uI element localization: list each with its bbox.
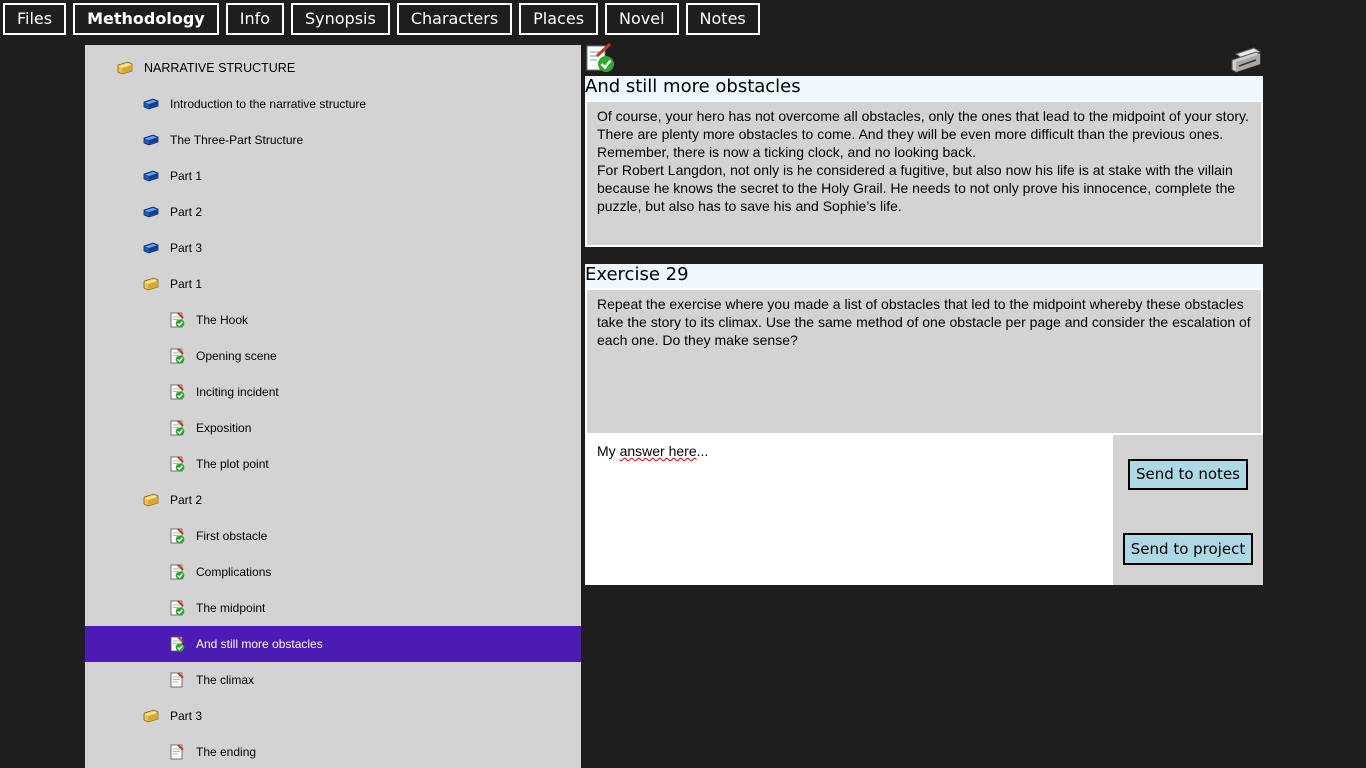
tree-item-label: Exposition [196, 421, 252, 435]
printer-icon[interactable] [1230, 44, 1262, 74]
folder-icon [143, 276, 159, 292]
checked-document-icon [169, 564, 185, 580]
tree-item[interactable]: First obstacle [85, 518, 581, 554]
checked-document-icon [169, 384, 185, 400]
answer-actions-panel: Send to notes Send to project [1113, 435, 1263, 585]
tree-item-label: Part 2 [170, 205, 203, 219]
exercise-title: Exercise 29 [585, 264, 1263, 288]
book-icon [143, 240, 159, 256]
tree-item-label: NARRATIVE STRUCTURE [144, 61, 296, 75]
book-icon [143, 96, 159, 112]
tree-item[interactable]: Complications [85, 554, 581, 590]
exercise-text: Repeat the exercise where you made a lis… [597, 296, 1251, 348]
tree-item[interactable]: Introduction to the narrative structure [85, 86, 581, 122]
tree-item-label: And still more obstacles [196, 637, 323, 651]
tree-item-label: Part 3 [170, 241, 203, 255]
tree-item[interactable]: Part 2 [85, 194, 581, 230]
lesson-paragraph: For Robert Langdon, not only is he consi… [597, 162, 1236, 214]
tree-item-label: Part 1 [170, 277, 203, 291]
tree-item[interactable]: The Three-Part Structure [85, 122, 581, 158]
tree-item[interactable]: Part 1 [85, 266, 581, 302]
tab-files[interactable]: Files [3, 3, 67, 35]
tree-item-label: Complications [196, 565, 272, 579]
tree-item-label: Inciting incident [196, 385, 279, 399]
tree-item[interactable]: Part 3 [85, 698, 581, 734]
checked-document-icon [169, 348, 185, 364]
tree-item[interactable]: Part 3 [85, 230, 581, 266]
tree-item-label: Introduction to the narrative structure [170, 97, 367, 111]
tree-item-label: Part 1 [170, 169, 203, 183]
tree-item[interactable]: Part 2 [85, 482, 581, 518]
tree-item-label: Part 3 [170, 709, 203, 723]
exercise-body: Repeat the exercise where you made a lis… [585, 288, 1263, 435]
checked-document-icon [169, 312, 185, 328]
checked-document-icon [169, 636, 185, 652]
tab-notes[interactable]: Notes [685, 3, 760, 35]
tree-item-label: Part 2 [170, 493, 203, 507]
document-icon [169, 744, 185, 760]
book-icon [143, 132, 159, 148]
tab-places[interactable]: Places [519, 3, 599, 35]
tree-item-label: The Three-Part Structure [170, 133, 304, 147]
checked-document-icon [169, 600, 185, 616]
tree-item[interactable]: Inciting incident [85, 374, 581, 410]
tab-info[interactable]: Info [225, 3, 284, 35]
checked-document-icon [169, 528, 185, 544]
book-icon [143, 204, 159, 220]
folder-icon [143, 708, 159, 724]
tree-item-label: The ending [196, 745, 257, 759]
edit-document-icon[interactable] [585, 43, 615, 73]
tree-item[interactable]: The Hook [85, 302, 581, 338]
folder-icon [117, 60, 133, 76]
answer-text: My answer here... [597, 443, 709, 459]
tree-item-label: The midpoint [196, 601, 266, 615]
tab-methodology[interactable]: Methodology [73, 3, 219, 35]
tree-item-label: The plot point [196, 457, 269, 471]
checked-document-icon [169, 456, 185, 472]
methodology-tree[interactable]: NARRATIVE STRUCTURE Introduction to the n… [85, 45, 581, 768]
tree-item[interactable]: And still more obstacles [85, 626, 581, 662]
tree-item[interactable]: The ending [85, 734, 581, 768]
tree-item[interactable]: Exposition [85, 410, 581, 446]
tab-synopsis[interactable]: Synopsis [291, 3, 390, 35]
tab-novel[interactable]: Novel [605, 3, 679, 35]
tab-characters[interactable]: Characters [396, 3, 513, 35]
lesson-body: Of course, your hero has not overcome al… [585, 100, 1263, 247]
checked-document-icon [169, 420, 185, 436]
folder-icon [143, 492, 159, 508]
book-icon [143, 168, 159, 184]
tree-item[interactable]: Opening scene [85, 338, 581, 374]
document-icon [169, 672, 185, 688]
answer-input[interactable]: My answer here... [585, 435, 1113, 585]
top-tab-bar: Files Methodology Info Synopsis Characte… [3, 3, 767, 35]
lesson-paragraph: Of course, your hero has not overcome al… [597, 108, 1249, 160]
send-to-project-button[interactable]: Send to project [1123, 533, 1253, 565]
tree-item-label: The climax [196, 673, 255, 687]
tree-item[interactable]: NARRATIVE STRUCTURE [85, 50, 581, 86]
tree-item[interactable]: Part 1 [85, 158, 581, 194]
tree-item-label: The Hook [196, 313, 249, 327]
tree-item-label: First obstacle [196, 529, 268, 543]
send-to-notes-button[interactable]: Send to notes [1128, 459, 1248, 490]
tree-item[interactable]: The midpoint [85, 590, 581, 626]
tree-item-label: Opening scene [196, 349, 277, 363]
lesson-title: And still more obstacles [585, 76, 1263, 100]
tree-item[interactable]: The climax [85, 662, 581, 698]
tree-item[interactable]: The plot point [85, 446, 581, 482]
